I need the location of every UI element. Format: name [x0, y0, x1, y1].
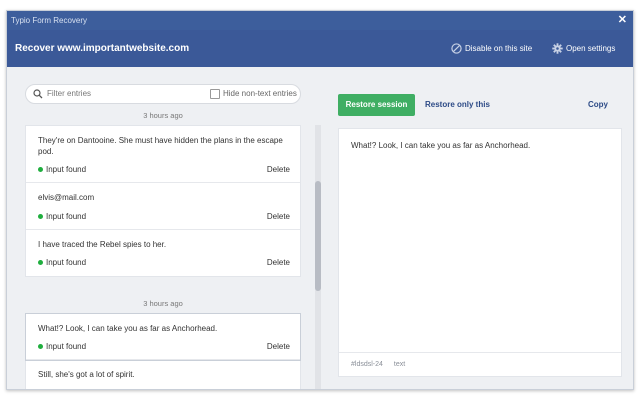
entry-text: Still, she's got a lot of spirit. — [38, 370, 135, 379]
status-badge: Input found — [38, 258, 86, 267]
disable-on-site-button[interactable]: Disable on this site — [451, 30, 532, 67]
settings-label: Open settings — [566, 44, 616, 53]
open-settings-button[interactable]: Open settings — [552, 30, 615, 67]
status-dot-icon — [38, 167, 43, 172]
delete-button[interactable]: Delete — [267, 342, 290, 351]
list-item[interactable]: I have traced the Rebel spies to her. In… — [26, 230, 300, 276]
entry-text: elvis@mail.com — [38, 193, 95, 202]
preview-text: What!? Look, I can take you as far as An… — [351, 141, 531, 150]
status-badge: Input found — [38, 342, 86, 351]
search-icon — [33, 89, 43, 99]
hide-non-text-label[interactable]: Hide non-text entries — [223, 85, 297, 103]
group-timestamp: 3 hours ago — [143, 111, 183, 120]
window-title: Typio Form Recovery — [11, 16, 88, 25]
entry-text: What!? Look, I can take you as far as An… — [38, 324, 218, 333]
disable-label: Disable on this site — [465, 44, 533, 53]
field-id: #ldsdsl-24 — [351, 361, 383, 368]
status-text: Input found — [46, 342, 87, 351]
header-bar: Recover www.importantwebsite.com Disable… — [7, 30, 633, 67]
window-titlebar: Typio Form Recovery ✕ — [7, 11, 633, 30]
delete-button[interactable]: Delete — [267, 165, 290, 174]
status-badge: Input found — [38, 165, 86, 174]
status-dot-icon — [38, 344, 43, 349]
status-badge: Input found — [38, 212, 86, 221]
filter-bar: Filter entries Hide non-text entries — [25, 84, 301, 104]
list-item-selected[interactable]: What!? Look, I can take you as far as An… — [26, 314, 300, 360]
delete-button[interactable]: Delete — [267, 258, 290, 267]
copy-button[interactable]: Copy — [588, 94, 608, 116]
page-title: Recover www.importantwebsite.com — [15, 43, 190, 54]
status-dot-icon — [38, 260, 43, 265]
field-type: text — [393, 361, 406, 368]
restore-session-button[interactable]: Restore session — [338, 94, 415, 116]
entry-text: I have traced the Rebel spies to her. — [38, 240, 167, 249]
status-text: Input found — [46, 165, 87, 174]
list-scroll-thumb[interactable] — [315, 181, 321, 291]
block-icon — [451, 43, 462, 54]
list-item[interactable]: They're on Dantooine. She must have hidd… — [26, 126, 300, 183]
delete-button[interactable]: Delete — [267, 212, 290, 221]
status-text: Input found — [46, 258, 87, 267]
entry-group: What!? Look, I can take you as far as An… — [25, 313, 301, 389]
entry-text: They're on Dantooine. She must have hidd… — [38, 136, 283, 156]
recovery-window: Typio Form Recovery ✕ Recover www.import… — [6, 10, 634, 390]
filter-input[interactable]: Filter entries — [47, 85, 91, 103]
entry-group: They're on Dantooine. She must have hidd… — [25, 125, 301, 277]
group-timestamp: 3 hours ago — [143, 299, 183, 308]
close-icon[interactable]: ✕ — [618, 11, 627, 30]
entry-preview: What!? Look, I can take you as far as An… — [338, 128, 622, 377]
list-item[interactable]: elvis@mail.com Input found Delete — [26, 183, 300, 230]
content-area: Filter entries Hide non-text entries 3 h… — [7, 67, 633, 389]
restore-only-this-button[interactable]: Restore only this — [425, 94, 490, 116]
preview-footer: #ldsdsl-24 text — [339, 352, 621, 376]
hide-non-text-checkbox[interactable] — [210, 89, 220, 99]
status-text: Input found — [46, 212, 87, 221]
gear-icon — [552, 43, 563, 54]
list-item[interactable]: Still, she's got a lot of spirit. — [26, 360, 300, 389]
status-dot-icon — [38, 214, 43, 219]
